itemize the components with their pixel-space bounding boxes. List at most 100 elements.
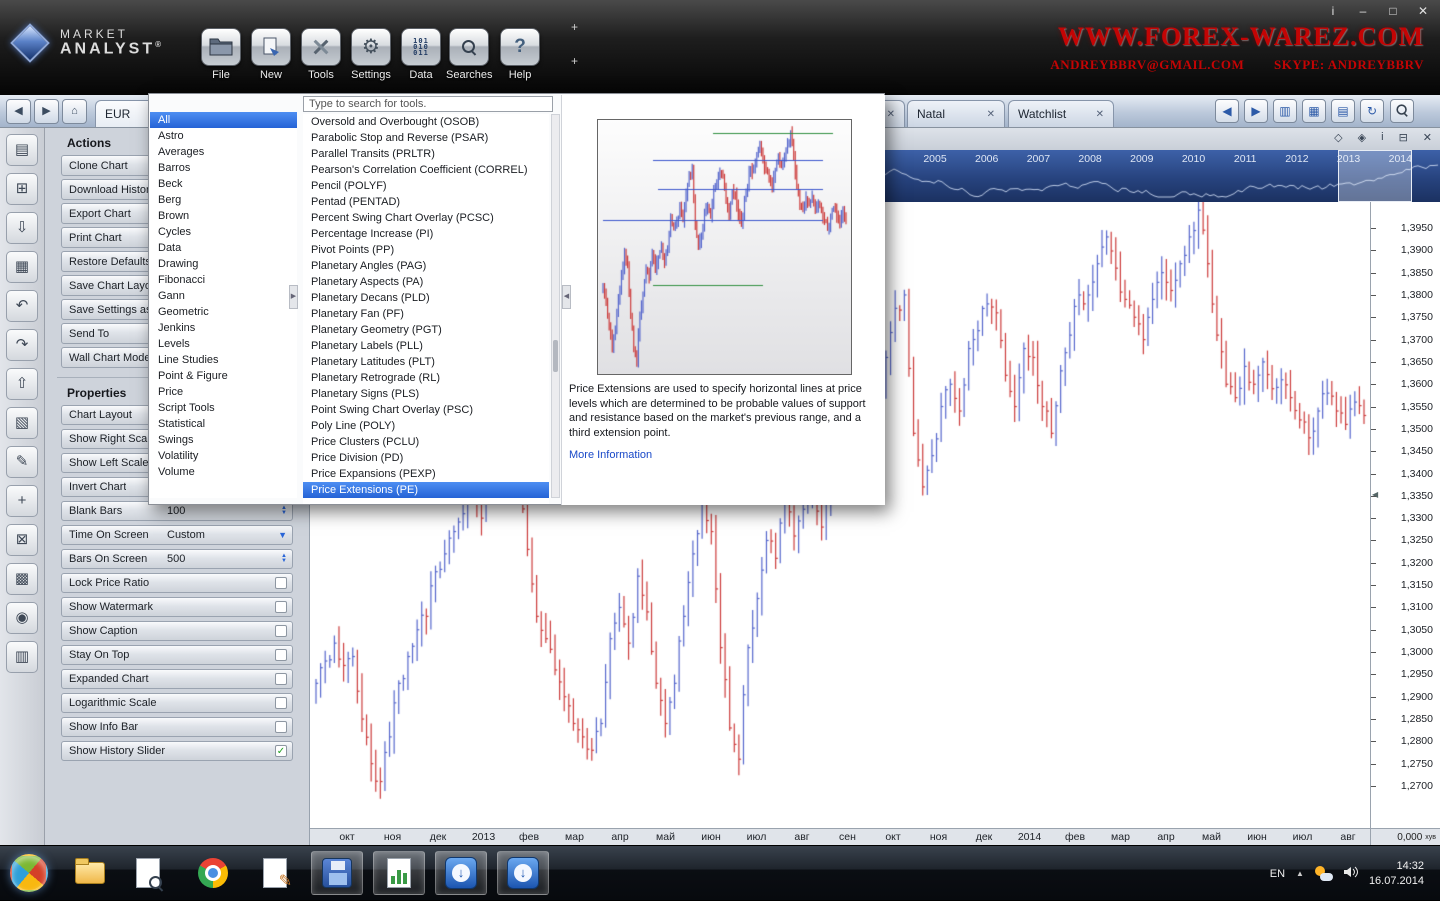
tool-list-item[interactable]: Price Expansions (PEXP): [303, 466, 549, 482]
property-logarithmic-scale[interactable]: Logarithmic Scale: [61, 693, 293, 713]
window-close-button[interactable]: ✕: [1416, 4, 1430, 18]
layout-grid-button[interactable]: ▦: [1302, 99, 1326, 123]
help-button[interactable]: ? Help: [497, 28, 543, 81]
redo-icon[interactable]: ↷: [6, 329, 38, 361]
tool-category-item[interactable]: Swings: [150, 432, 297, 448]
weather-icon[interactable]: [1314, 866, 1333, 881]
tools-button[interactable]: Tools: [298, 28, 344, 81]
property-show-caption[interactable]: Show Caption: [61, 621, 293, 641]
tool-list-item[interactable]: Planetary Aspects (PA): [303, 274, 549, 290]
tool-list-item[interactable]: Planetary Latitudes (PLT): [303, 354, 549, 370]
chrome-taskbar-button[interactable]: [187, 851, 239, 895]
tool-category-item[interactable]: Beck: [150, 176, 297, 192]
close-tab-icon[interactable]: ✕: [1088, 109, 1104, 120]
window-info-button[interactable]: i: [1326, 4, 1340, 18]
settings-button[interactable]: ⚙ Settings: [348, 28, 394, 81]
tool-list-item[interactable]: Planetary Angles (PAG): [303, 258, 549, 274]
tool-search-input[interactable]: [303, 96, 553, 112]
tool-list-item[interactable]: Parallel Transits (PRLTR): [303, 146, 549, 162]
tool-category-item[interactable]: Levels: [150, 336, 297, 352]
checkbox[interactable]: [275, 601, 287, 613]
forward-button[interactable]: ▶: [34, 99, 59, 124]
tool-list-item[interactable]: Poly Line (POLY): [303, 418, 549, 434]
tool-category-item[interactable]: Geometric: [150, 304, 297, 320]
info-icon[interactable]: i: [1381, 131, 1383, 144]
window-minimize-button[interactable]: –: [1356, 4, 1370, 18]
searches-button[interactable]: Searches: [446, 28, 492, 81]
tool-category-item[interactable]: Astro: [150, 128, 297, 144]
tool-list-item[interactable]: Planetary Decans (PLD): [303, 290, 549, 306]
tool-list-item[interactable]: Pearson's Correlation Coefficient (CORRE…: [303, 162, 549, 178]
checkbox[interactable]: [275, 577, 287, 589]
tool-list-item[interactable]: Point Swing Chart Overlay (PSC): [303, 402, 549, 418]
property-show-history-slider[interactable]: Show History Slider ✓: [61, 741, 293, 761]
tool-list-item[interactable]: Planetary Retrograde (RL): [303, 370, 549, 386]
tool-category-item[interactable]: Brown: [150, 208, 297, 224]
tool-list-item[interactable]: Price Extensions (PE): [303, 482, 549, 498]
checkbox[interactable]: [275, 673, 287, 685]
home-button[interactable]: ⌂: [62, 99, 87, 124]
file-button[interactable]: File: [198, 28, 244, 81]
data-button[interactable]: 101 010 011 Data: [398, 28, 444, 81]
tool-category-item[interactable]: Barros: [150, 160, 297, 176]
price-scale[interactable]: ◀ 1,3950 1,3900 1,3850 1,3800 1,3750 1,3700 1,…: [1370, 202, 1440, 828]
checkbox[interactable]: ✓: [275, 745, 287, 757]
chart-doc-taskbar-button[interactable]: [373, 851, 425, 895]
tool-category-item[interactable]: Line Studies: [150, 352, 297, 368]
checkbox[interactable]: [275, 697, 287, 709]
tool-category-item[interactable]: Statistical: [150, 416, 297, 432]
tool-list-item[interactable]: Parabolic Stop and Reverse (PSAR): [303, 130, 549, 146]
tool-list-item[interactable]: Percent Swing Chart Overlay (PCSC): [303, 210, 549, 226]
window-maximize-button[interactable]: □: [1386, 4, 1400, 18]
checkbox[interactable]: [275, 649, 287, 661]
property-bars-on-screen[interactable]: Bars On Screen 500 ▲ ▼: [61, 549, 293, 569]
tool-category-item[interactable]: Volume: [150, 464, 297, 480]
expand-categories-icon[interactable]: ▶: [289, 285, 298, 309]
property-time-on-screen[interactable]: Time On Screen Custom ▼: [61, 525, 293, 545]
back-button[interactable]: ◀: [6, 99, 31, 124]
tab-watchlist[interactable]: Watchlist ✕: [1008, 100, 1114, 127]
undo-icon[interactable]: ↶: [6, 290, 38, 322]
tool-list-item[interactable]: Price Clusters (PCLU): [303, 434, 549, 450]
checkbox[interactable]: [275, 721, 287, 733]
installer2-taskbar-button[interactable]: ↓: [497, 851, 549, 895]
save-icon[interactable]: ⇩: [6, 212, 38, 244]
clock[interactable]: 14:32 16.07.2014: [1369, 859, 1424, 889]
property-lock-price-ratio[interactable]: Lock Price Ratio: [61, 573, 293, 593]
stepper-icon[interactable]: ▲ ▼: [281, 553, 287, 564]
more-information-link[interactable]: More Information: [569, 449, 652, 461]
search-app-taskbar-button[interactable]: [122, 851, 174, 895]
tab-natal[interactable]: Natal ✕: [907, 100, 1005, 127]
collapse-list-icon[interactable]: ◀: [562, 285, 571, 309]
tools-scrollbar[interactable]: [551, 114, 560, 498]
tool-list-item[interactable]: Price Division (PD): [303, 450, 549, 466]
image-icon[interactable]: ▧: [6, 407, 38, 439]
chart-template-icon[interactable]: ▤: [6, 134, 38, 166]
save-app-taskbar-button[interactable]: [311, 851, 363, 895]
pin-icon[interactable]: ◈: [1358, 131, 1366, 144]
editor-taskbar-button[interactable]: ✎: [249, 851, 301, 895]
tool-category-item[interactable]: Gann: [150, 288, 297, 304]
tool-list-item[interactable]: Pentad (PENTAD): [303, 194, 549, 210]
stepper-icon[interactable]: ▲ ▼: [281, 505, 287, 516]
crosshair-icon[interactable]: +: [6, 485, 38, 517]
dropdown-icon[interactable]: ▼: [278, 530, 287, 540]
new-button[interactable]: New: [248, 28, 294, 81]
diamond-icon[interactable]: ◇: [1334, 131, 1342, 144]
tool-category-item[interactable]: Data: [150, 240, 297, 256]
tab-eur[interactable]: EUR: [95, 100, 155, 127]
search-button[interactable]: [1390, 99, 1414, 123]
tool-list-item[interactable]: Planetary Signs (PLS): [303, 386, 549, 402]
tool-category-item[interactable]: Volatility: [150, 448, 297, 464]
edit-icon[interactable]: ✎: [6, 446, 38, 478]
clone-chart-icon[interactable]: ⊞: [6, 173, 38, 205]
scroll-left-button[interactable]: ◀: [1215, 99, 1239, 123]
tool-category-item[interactable]: Point & Figure: [150, 368, 297, 384]
tool-category-item[interactable]: Price: [150, 384, 297, 400]
tool-category-item[interactable]: Drawing: [150, 256, 297, 272]
hidden-icons-chevron[interactable]: ▲: [1296, 869, 1304, 878]
print-icon[interactable]: ▦: [6, 251, 38, 283]
property-expanded-chart[interactable]: Expanded Chart: [61, 669, 293, 689]
property-show-watermark[interactable]: Show Watermark: [61, 597, 293, 617]
tool-list-item[interactable]: Planetary Labels (PLL): [303, 338, 549, 354]
